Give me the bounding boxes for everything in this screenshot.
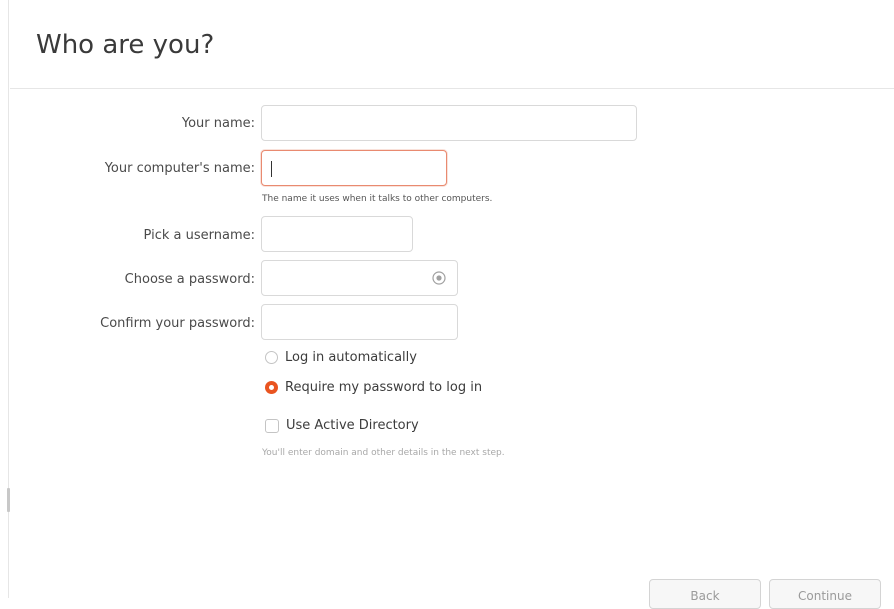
computer-name-hint: The name it uses when it talks to other … — [262, 194, 493, 204]
password-label: Choose a password: — [124, 272, 255, 287]
active-directory-note: You'll enter domain and other details in… — [262, 448, 505, 458]
continue-button[interactable]: Continue — [769, 579, 881, 609]
require-password-radio[interactable] — [265, 381, 278, 394]
require-password-label: Require my password to log in — [285, 380, 483, 395]
text-caret — [271, 161, 272, 177]
login-automatically-radio[interactable] — [265, 351, 278, 364]
login-automatically-option[interactable]: Log in automatically — [265, 350, 417, 365]
your-name-field[interactable] — [261, 105, 637, 141]
active-directory-checkbox[interactable] — [265, 418, 279, 433]
resize-handle[interactable] — [7, 488, 10, 512]
confirm-password-input[interactable] — [262, 305, 457, 339]
your-name-label: Your name: — [181, 116, 255, 131]
header-divider — [10, 88, 894, 89]
active-directory-option[interactable]: Use Active Directory — [265, 418, 419, 433]
active-directory-label: Use Active Directory — [286, 418, 419, 433]
your-name-input[interactable] — [262, 106, 636, 140]
password-input[interactable] — [262, 261, 457, 295]
page-title: Who are you? — [36, 30, 215, 60]
login-automatically-label: Log in automatically — [285, 350, 417, 365]
confirm-password-label: Confirm your password: — [100, 316, 255, 331]
back-button[interactable]: Back — [649, 579, 761, 609]
computer-name-input[interactable] — [262, 151, 446, 185]
computer-name-label: Your computer's name: — [104, 161, 255, 176]
username-label: Pick a username: — [143, 228, 255, 243]
eye-icon[interactable] — [432, 271, 446, 285]
confirm-password-field[interactable] — [261, 304, 458, 340]
username-field[interactable] — [261, 216, 413, 252]
computer-name-field[interactable] — [261, 150, 447, 186]
password-field[interactable] — [261, 260, 458, 296]
require-password-option[interactable]: Require my password to log in — [265, 380, 482, 395]
username-input[interactable] — [262, 217, 412, 251]
